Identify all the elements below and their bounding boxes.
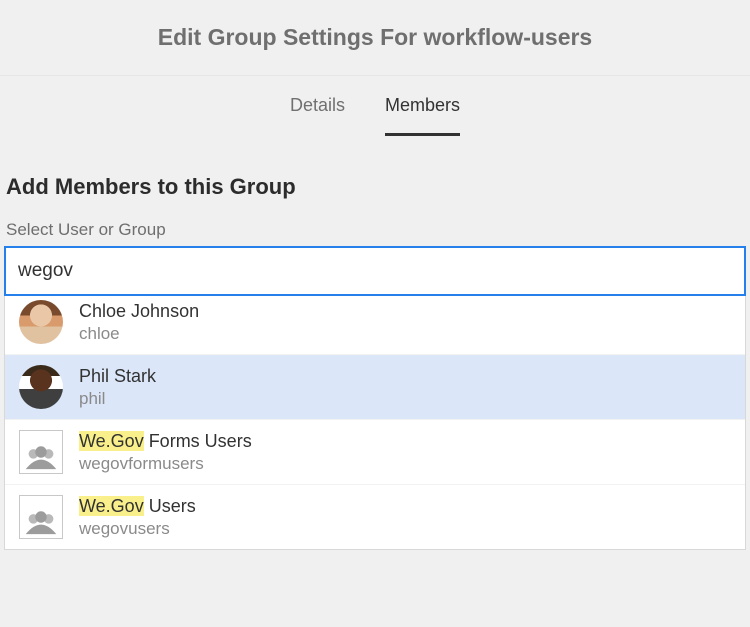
option-id: chloe	[79, 324, 199, 344]
option-user-phil[interactable]: Phil Stark phil	[5, 355, 745, 420]
match-highlight: We.Gov	[79, 496, 144, 516]
avatar	[19, 300, 63, 344]
tab-details[interactable]: Details	[290, 89, 345, 136]
option-text: Chloe Johnson chloe	[79, 301, 199, 344]
section-title: Add Members to this Group	[0, 166, 750, 220]
option-id: wegovformusers	[79, 454, 252, 474]
option-name: We.Gov Forms Users	[79, 431, 252, 452]
tabs: Details Members	[0, 76, 750, 148]
option-text: We.Gov Users wegovusers	[79, 496, 196, 539]
dialog-header: Edit Group Settings For workflow-users	[0, 0, 750, 76]
search-label: Select User or Group	[0, 220, 750, 246]
group-icon	[19, 495, 63, 539]
option-id: phil	[79, 389, 156, 409]
option-text: We.Gov Forms Users wegovformusers	[79, 431, 252, 474]
search-input[interactable]	[4, 246, 746, 296]
tab-members[interactable]: Members	[385, 89, 460, 136]
option-name: Chloe Johnson	[79, 301, 199, 322]
option-group-wegov-users[interactable]: We.Gov Users wegovusers	[5, 485, 745, 549]
option-name: We.Gov Users	[79, 496, 196, 517]
option-name: Phil Stark	[79, 366, 156, 387]
option-id: wegovusers	[79, 519, 196, 539]
group-icon	[19, 430, 63, 474]
content: Add Members to this Group Select User or…	[0, 148, 750, 550]
page-title: Edit Group Settings For workflow-users	[158, 24, 592, 51]
option-group-wegov-forms[interactable]: We.Gov Forms Users wegovformusers	[5, 420, 745, 485]
match-highlight: We.Gov	[79, 431, 144, 451]
option-user-chloe[interactable]: Chloe Johnson chloe	[5, 296, 745, 355]
autocomplete-dropdown: Chloe Johnson chloe Phil Stark phil	[4, 296, 746, 550]
option-text: Phil Stark phil	[79, 366, 156, 409]
avatar	[19, 365, 63, 409]
